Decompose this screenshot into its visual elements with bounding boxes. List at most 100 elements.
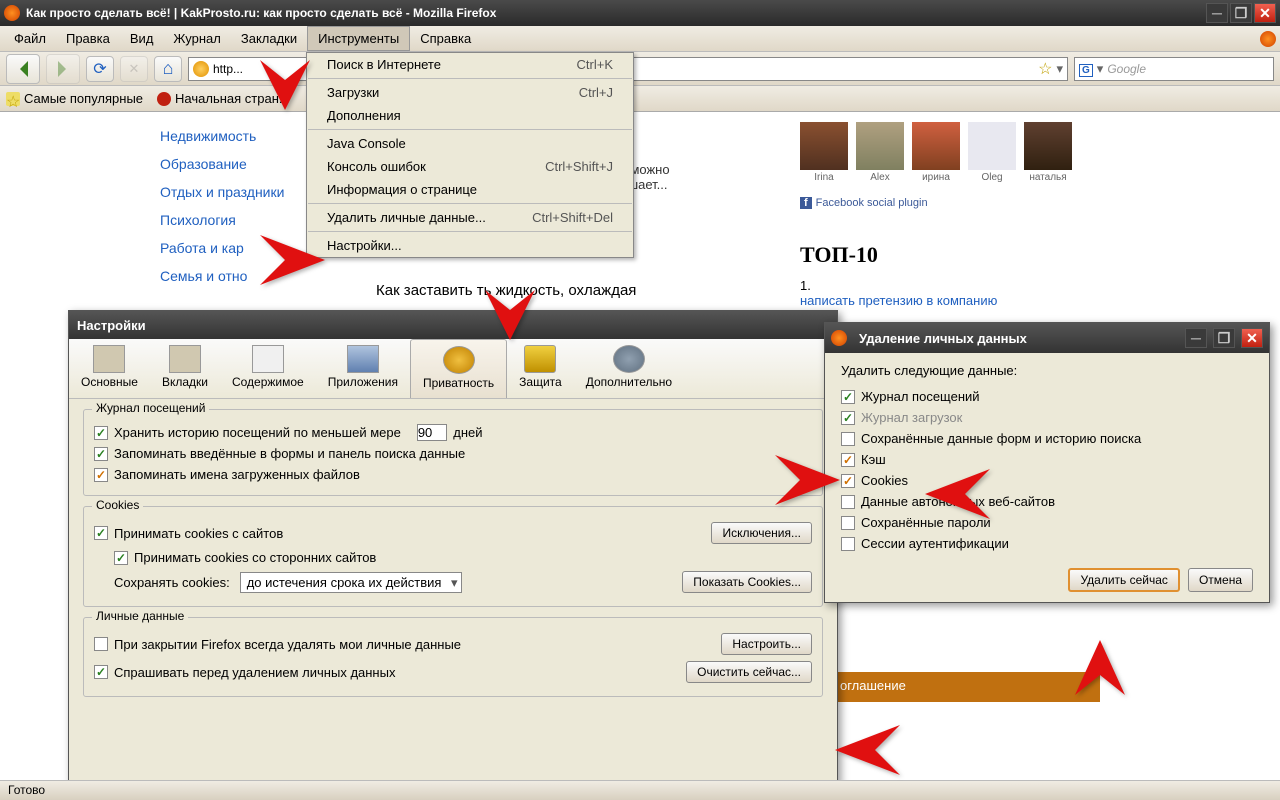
avatar[interactable]: [912, 122, 960, 170]
red-arrow-icon: [250, 50, 320, 120]
menu-separator: [308, 129, 632, 130]
chk-remember-forms[interactable]: [94, 447, 108, 461]
avatar[interactable]: [968, 122, 1016, 170]
throbber-icon: [1260, 31, 1276, 47]
clear-data-dialog: Удаление личных данных ─ ❐ ✕ Удалить сле…: [824, 322, 1270, 603]
chk-history[interactable]: [841, 390, 855, 404]
chk-ask-before-clear[interactable]: [94, 665, 108, 679]
menu-addons[interactable]: Дополнения: [307, 104, 633, 127]
folder-icon: [6, 92, 20, 106]
menu-tools[interactable]: Инструменты: [307, 26, 410, 51]
menu-view[interactable]: Вид: [120, 27, 164, 50]
search-placeholder: Google: [1107, 62, 1146, 76]
settings-titlebar: Настройки: [69, 311, 837, 339]
menu-java-console[interactable]: Java Console: [307, 132, 633, 155]
navigation-toolbar: http... ▾ ▾ Google: [0, 52, 1280, 86]
menu-error-console[interactable]: Консоль ошибокCtrl+Shift+J: [307, 155, 633, 178]
chk-sessions[interactable]: [841, 537, 855, 551]
menu-file[interactable]: Файл: [4, 27, 56, 50]
sidebar-link[interactable]: Отдых и праздники: [160, 178, 330, 206]
menu-edit[interactable]: Правка: [56, 27, 120, 50]
clear-now-button[interactable]: Очистить сейчас...: [686, 661, 812, 683]
top10-title: ТОП-10: [800, 242, 997, 268]
chk-clear-on-close[interactable]: [94, 637, 108, 651]
fb-plugin-label[interactable]: Facebook social plugin: [800, 197, 1100, 209]
cookie-keep-select[interactable]: до истечения срока их действия: [240, 572, 463, 593]
orange-banner[interactable]: оглашение: [830, 672, 1100, 702]
chk-accept-cookies[interactable]: [94, 526, 108, 540]
bookmark-most-visited[interactable]: Самые популярные: [6, 91, 143, 106]
search-bar[interactable]: ▾ Google: [1074, 57, 1274, 81]
minimize-button[interactable]: ─: [1206, 3, 1228, 23]
chk-remember-downloads[interactable]: [94, 468, 108, 482]
home-button[interactable]: [154, 56, 182, 82]
settings-tabstrip: Основные Вкладки Содержимое Приложения П…: [69, 339, 837, 399]
sidebar-link[interactable]: Образование: [160, 150, 330, 178]
red-arrow-icon: [1065, 635, 1135, 705]
close-button[interactable]: ✕: [1241, 328, 1263, 348]
clear-heading: Удалить следующие данные:: [841, 363, 1253, 378]
avatar[interactable]: [856, 122, 904, 170]
group-history: Журнал посещений Хранить историю посещен…: [83, 409, 823, 496]
menu-search-web[interactable]: Поиск в ИнтернетеCtrl+K: [307, 53, 633, 76]
days-input[interactable]: 90: [417, 424, 447, 441]
menu-options[interactable]: Настройки...: [307, 234, 633, 257]
stop-button[interactable]: [120, 56, 148, 82]
chk-download-history: [841, 411, 855, 425]
reload-button[interactable]: [86, 56, 114, 82]
search-engine-dropdown-icon[interactable]: ▾: [1097, 61, 1104, 77]
minimize-button[interactable]: ─: [1185, 328, 1207, 348]
page-icon: [157, 92, 171, 106]
tab-tabs[interactable]: Вкладки: [150, 339, 220, 398]
settings-dialog: Настройки Основные Вкладки Содержимое Пр…: [68, 310, 838, 785]
avatar[interactable]: [800, 122, 848, 170]
window-title: Как просто сделать всё! | KakProsto.ru: …: [26, 6, 1206, 20]
firefox-icon: [831, 330, 847, 346]
favicon-icon: [193, 61, 209, 77]
tab-main[interactable]: Основные: [69, 339, 150, 398]
google-icon[interactable]: [1079, 61, 1093, 76]
red-arrow-icon: [920, 464, 1000, 524]
exceptions-button[interactable]: Исключения...: [711, 522, 812, 544]
clear-data-titlebar: Удаление личных данных ─ ❐ ✕: [825, 323, 1269, 353]
menu-downloads[interactable]: ЗагрузкиCtrl+J: [307, 81, 633, 104]
menu-page-info[interactable]: Информация о странице: [307, 178, 633, 201]
menu-bar: Файл Правка Вид Журнал Закладки Инструме…: [0, 26, 1280, 52]
top10-block: ТОП-10 1. написать претензию в компанию: [800, 242, 997, 308]
chk-keep-history[interactable]: [94, 426, 108, 440]
red-arrow-icon: [475, 280, 545, 350]
forward-button[interactable]: [46, 54, 80, 84]
firefox-icon: [4, 5, 20, 21]
close-button[interactable]: ✕: [1254, 3, 1276, 23]
chk-thirdparty-cookies[interactable]: [114, 551, 128, 565]
menu-clear-private-data[interactable]: Удалить личные данные...Ctrl+Shift+Del: [307, 206, 633, 229]
menu-help[interactable]: Справка: [410, 27, 481, 50]
tab-applications[interactable]: Приложения: [316, 339, 410, 398]
status-bar: Готово: [0, 780, 1280, 800]
menu-separator: [308, 231, 632, 232]
top10-link[interactable]: написать претензию в компанию: [800, 293, 997, 308]
tab-content[interactable]: Содержимое: [220, 339, 316, 398]
chk-form-data[interactable]: [841, 432, 855, 446]
menu-separator: [308, 78, 632, 79]
chk-passwords[interactable]: [841, 516, 855, 530]
bookmark-star-icon[interactable]: [1038, 59, 1052, 79]
maximize-button[interactable]: ❐: [1230, 3, 1252, 23]
delete-now-button[interactable]: Удалить сейчас: [1068, 568, 1179, 592]
menu-separator: [308, 203, 632, 204]
maximize-button[interactable]: ❐: [1213, 328, 1235, 348]
menu-history[interactable]: Журнал: [163, 27, 230, 50]
tab-advanced[interactable]: Дополнительно: [574, 339, 684, 398]
back-button[interactable]: [6, 54, 40, 84]
tools-dropdown: Поиск в ИнтернетеCtrl+K ЗагрузкиCtrl+J Д…: [306, 52, 634, 258]
facebook-widget: Irina Alex ирина Oleg наталья Facebook s…: [800, 122, 1100, 209]
configure-button[interactable]: Настроить...: [721, 633, 812, 655]
sidebar-link[interactable]: Недвижимость: [160, 122, 330, 150]
url-dropdown-icon[interactable]: ▾: [1056, 61, 1063, 77]
avatar[interactable]: [1024, 122, 1072, 170]
red-arrow-icon: [830, 720, 910, 780]
menu-bookmarks[interactable]: Закладки: [231, 27, 307, 50]
cancel-button[interactable]: Отмена: [1188, 568, 1253, 592]
red-arrow-icon: [765, 450, 845, 510]
show-cookies-button[interactable]: Показать Cookies...: [682, 571, 812, 593]
